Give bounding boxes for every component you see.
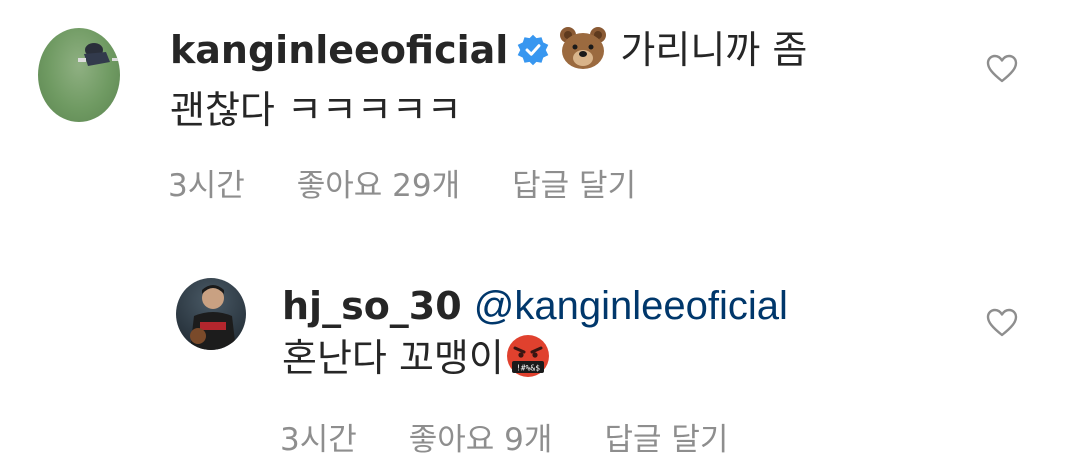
mention-link[interactable]: @kanginleeoficial: [474, 284, 788, 328]
timestamp[interactable]: 3시간: [168, 168, 245, 204]
comment-meta: 3시간 좋아요 9개 답글 달기: [280, 414, 780, 459]
like-heart-icon[interactable]: [986, 54, 1018, 84]
comment-text-line2: 괜찮다 ㅋㅋㅋㅋㅋ: [170, 88, 462, 132]
comment-text-line1: 가리니까 좀: [620, 28, 808, 72]
like-heart-icon[interactable]: [986, 308, 1018, 338]
angry-swearing-face-icon: !#%&$: [504, 333, 552, 392]
comment-body: kanginleeoficial 가리니까 좀 괜찮다 ㅋㅋㅋㅋㅋ: [170, 24, 930, 136]
reply-button[interactable]: 답글 달기: [512, 168, 636, 204]
username[interactable]: hj_so_30: [282, 284, 462, 328]
svg-text:!#%&$: !#%&$: [516, 364, 540, 373]
avatar[interactable]: [176, 278, 246, 350]
comment-body: hj_so_30 @kanginleeoficial 혼난다 꼬맹이 !#%&$: [282, 280, 962, 392]
likes-count[interactable]: 좋아요 29개: [297, 168, 460, 204]
reply-button[interactable]: 답글 달기: [604, 422, 728, 458]
comment-meta: 3시간 좋아요 29개 답글 달기: [168, 160, 688, 205]
bear-face-icon: [558, 25, 608, 84]
timestamp[interactable]: 3시간: [280, 422, 357, 458]
verified-badge-icon: [516, 28, 550, 66]
likes-count[interactable]: 좋아요 9개: [409, 422, 553, 458]
username[interactable]: kanginleeoficial: [170, 28, 508, 72]
comment-text: 혼난다 꼬맹이: [282, 336, 504, 380]
avatar[interactable]: [38, 28, 120, 122]
